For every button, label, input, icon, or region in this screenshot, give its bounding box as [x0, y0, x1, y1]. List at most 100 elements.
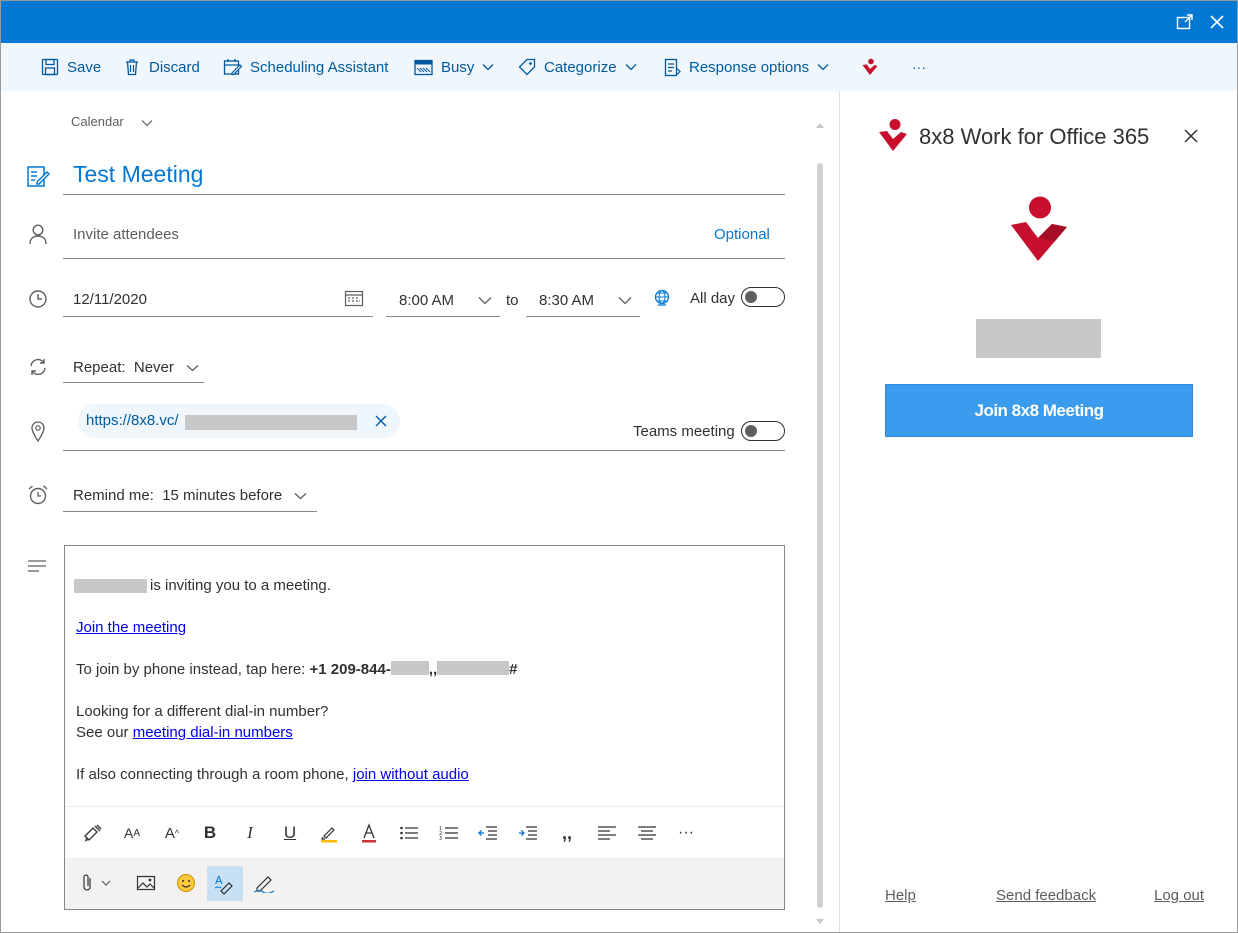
location-underline	[63, 450, 785, 451]
title-edit-icon	[26, 164, 50, 188]
signature-icon[interactable]	[252, 871, 276, 895]
location-chip[interactable]: https://8x8.vc/	[78, 404, 400, 438]
location-chip-text: https://8x8.vc/	[86, 412, 179, 429]
person-icon	[26, 222, 50, 246]
emoji-icon[interactable]	[174, 871, 198, 895]
chevron-down-icon[interactable]	[618, 296, 632, 305]
end-time-underline	[526, 316, 640, 317]
underline-icon[interactable]: U	[278, 821, 302, 845]
help-link[interactable]: Help	[885, 887, 916, 904]
response-options-icon	[664, 58, 681, 76]
form-scrollbar[interactable]	[813, 121, 827, 931]
join-without-audio-link[interactable]: join without audio	[353, 766, 469, 783]
status-busy-icon	[414, 59, 433, 75]
scroll-down-icon[interactable]	[815, 918, 825, 926]
chevron-down-icon	[625, 64, 637, 71]
calendar-selector[interactable]: Calendar	[71, 114, 153, 129]
join-meeting-link[interactable]: Join the meeting	[76, 619, 186, 636]
room-phone-text: If also connecting through a room phone,	[76, 766, 353, 783]
time-zone-globe-icon[interactable]	[653, 289, 671, 312]
calendar-picker-icon[interactable]	[344, 289, 364, 312]
calendar-edit-icon	[223, 58, 242, 75]
categorize-dropdown[interactable]: Categorize	[518, 43, 637, 91]
teams-meeting-toggle[interactable]	[741, 421, 785, 441]
remove-location-icon[interactable]	[375, 415, 387, 427]
optional-attendees-link[interactable]: Optional	[714, 226, 770, 243]
more-options-button[interactable]: ···	[912, 43, 926, 91]
clock-icon	[26, 287, 50, 311]
invite-attendees-input[interactable]: Invite attendees	[73, 226, 179, 243]
start-date-input[interactable]: 12/11/2020	[73, 291, 147, 308]
log-out-link[interactable]: Log out	[1154, 887, 1204, 904]
dial-in-numbers-link[interactable]: meeting dial-in numbers	[133, 724, 293, 741]
inviting-text: is inviting you to a meeting.	[150, 577, 331, 594]
increase-indent-icon[interactable]	[516, 821, 540, 845]
align-left-icon[interactable]	[595, 821, 619, 845]
all-day-toggle[interactable]	[741, 287, 785, 307]
scheduling-assistant-button[interactable]: Scheduling Assistant	[223, 43, 388, 91]
8x8-logo-icon	[878, 118, 908, 157]
chevron-down-icon	[482, 64, 494, 71]
chevron-down-icon[interactable]	[478, 296, 492, 305]
numbered-list-icon[interactable]: 123	[437, 821, 461, 845]
close-window-icon[interactable]	[1206, 11, 1228, 33]
room-phone-line: If also connecting through a room phone,…	[76, 766, 469, 783]
response-options-dropdown[interactable]: Response options	[664, 43, 829, 91]
phone-comma: ,,	[428, 661, 438, 678]
see-our-line: See our meeting dial-in numbers	[76, 724, 293, 741]
teams-meeting-label: Teams meeting	[633, 423, 735, 440]
decrease-indent-icon[interactable]	[476, 821, 500, 845]
busy-dropdown[interactable]: Busy	[414, 43, 494, 91]
font-color-icon[interactable]	[357, 821, 381, 845]
join-8x8-meeting-button[interactable]: Join 8x8 Meeting	[885, 384, 1193, 437]
reminder-select[interactable]: Remind me: 15 minutes before	[73, 487, 307, 504]
save-label: Save	[67, 58, 102, 76]
start-time-select[interactable]: 8:00 AM	[399, 292, 454, 309]
reminder-underline	[63, 511, 317, 512]
discard-label: Discard	[149, 58, 200, 76]
chevron-down-icon	[186, 365, 199, 372]
italic-icon[interactable]: I	[238, 821, 262, 845]
format-painter-icon[interactable]	[81, 821, 105, 845]
message-body-editor[interactable]: is inviting you to a meeting. Join the m…	[64, 545, 785, 910]
event-title-input[interactable]: Test Meeting	[73, 161, 203, 188]
discard-button[interactable]: Discard	[123, 43, 200, 91]
quote-icon[interactable]: ,,	[555, 821, 579, 845]
align-center-icon[interactable]	[635, 821, 659, 845]
font-size-icon[interactable]: AA	[120, 821, 144, 845]
send-feedback-link[interactable]: Send feedback	[996, 887, 1096, 904]
bold-icon[interactable]: B	[198, 821, 222, 845]
insert-toolbar: A	[65, 858, 784, 909]
title-bar	[1, 1, 1237, 43]
repeat-underline	[63, 382, 204, 383]
text-lines-icon	[27, 559, 47, 578]
attach-file-icon[interactable]	[81, 871, 115, 895]
8x8-large-logo-icon	[1011, 195, 1067, 268]
close-pane-icon[interactable]	[1183, 128, 1199, 149]
bullet-list-icon[interactable]	[397, 821, 421, 845]
repeat-icon	[26, 355, 50, 379]
phone-line: To join by phone instead, tap here: +1 2…	[76, 661, 518, 678]
scrollbar-thumb[interactable]	[817, 163, 823, 908]
insert-picture-icon[interactable]	[134, 871, 158, 895]
trash-icon	[126, 59, 138, 76]
8x8-addin-button[interactable]	[862, 43, 886, 91]
editor-spelling-icon[interactable]: A	[207, 866, 243, 901]
more-formatting-icon[interactable]: ···	[674, 821, 698, 845]
end-time-select[interactable]: 8:30 AM	[539, 292, 594, 309]
scheduling-assistant-label: Scheduling Assistant	[250, 58, 389, 76]
repeat-select[interactable]: Repeat: Never	[73, 359, 199, 376]
grow-font-icon[interactable]: A ^	[160, 821, 184, 845]
save-button[interactable]: Save	[41, 43, 101, 91]
different-number-text: Looking for a different dial-in number?	[76, 703, 329, 720]
8x8-logo-icon	[862, 58, 878, 75]
highlight-icon[interactable]	[317, 821, 341, 845]
response-options-label: Response options	[689, 58, 810, 76]
redacted-user-name	[976, 319, 1101, 358]
redacted-phone-digits	[390, 661, 429, 675]
to-label: to	[506, 292, 519, 309]
redacted-organizer-name	[74, 579, 147, 593]
scroll-up-icon[interactable]	[815, 121, 825, 129]
phone-number[interactable]: +1 209-844-	[310, 661, 391, 678]
pop-out-icon[interactable]	[1174, 11, 1196, 33]
